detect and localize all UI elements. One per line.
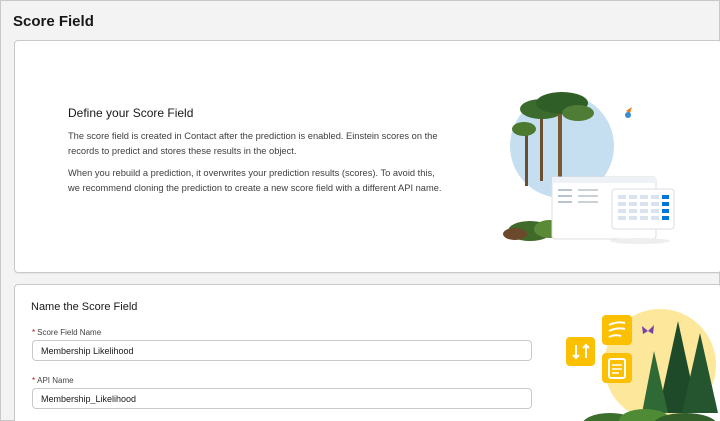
define-section-heading: Define your Score Field <box>68 106 194 120</box>
page-frame: Score Field Define your Score Field The … <box>0 0 720 421</box>
required-marker: * <box>32 376 36 385</box>
name-score-field-card: Name the Score Field *Score Field Name *… <box>14 284 720 421</box>
score-field-name-input[interactable] <box>32 340 532 361</box>
required-marker: * <box>32 328 36 337</box>
api-name-input[interactable] <box>32 388 532 409</box>
page-title: Score Field <box>13 13 94 30</box>
define-paragraph-1: The score field is created in Contact af… <box>68 131 438 156</box>
score-field-name-label-text: Score Field Name <box>37 328 102 337</box>
prediction-illustration <box>503 92 675 244</box>
name-section-heading: Name the Score Field <box>31 301 138 313</box>
score-field-name-label: * Score Field Name <box>32 328 101 337</box>
api-name-label: * API Name <box>32 376 74 385</box>
api-name-label-text: API Name <box>37 376 74 385</box>
define-paragraph-2: When you rebuild a prediction, it overwr… <box>68 168 442 193</box>
naming-illustration <box>566 309 718 421</box>
define-score-field-card: Define your Score Field The score field … <box>14 40 720 273</box>
